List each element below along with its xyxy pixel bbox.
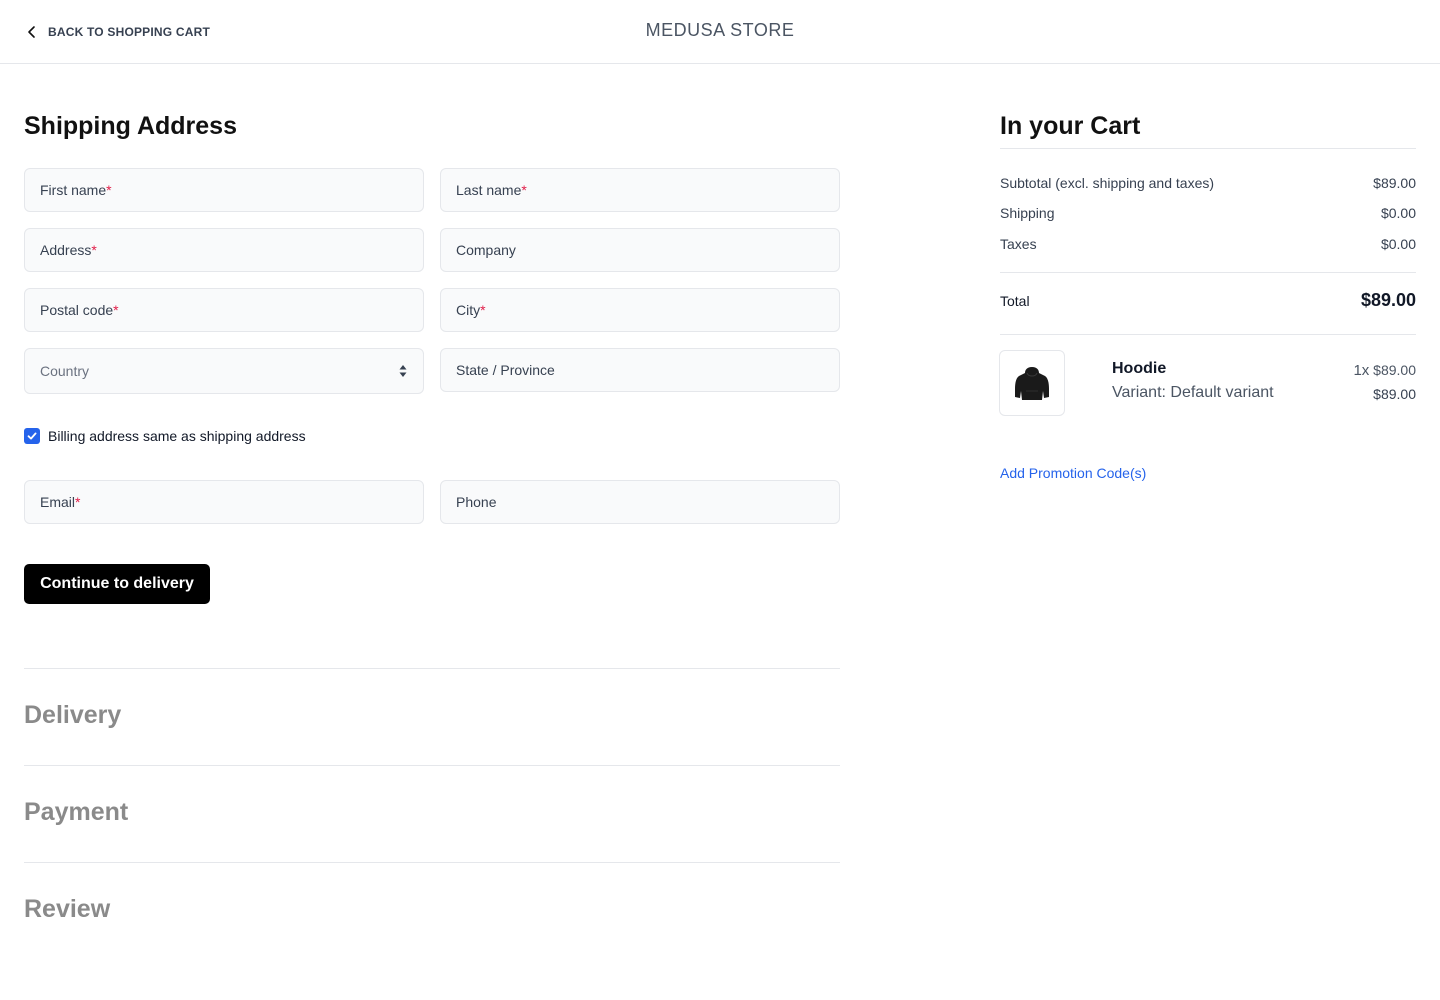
shipping-value: $0.00: [1380, 205, 1416, 221]
product-thumbnail[interactable]: [999, 350, 1065, 416]
step-payment-title: Payment: [24, 798, 129, 826]
subtotal-label: Subtotal (excl. shipping and taxes): [1000, 175, 1215, 191]
top-bar: BACK TO SHOPPING CART MEDUSA STORE: [0, 0, 1440, 64]
state-province-label: State / Province: [456, 362, 555, 378]
total-value: $89.00: [1360, 290, 1416, 310]
phone-label: Phone: [456, 494, 497, 510]
shipping-label: Shipping: [1000, 205, 1055, 221]
city-label: City: [456, 302, 481, 318]
item-unit-price: $89.00: [1373, 362, 1416, 378]
country-select[interactable]: Country: [24, 348, 424, 394]
last-name-field[interactable]: Last name *: [440, 168, 840, 212]
required-mark: *: [75, 494, 81, 510]
subtotal-row: Subtotal (excl. shipping and taxes) $89.…: [1000, 175, 1416, 191]
email-label: Email: [40, 494, 76, 510]
required-mark: *: [521, 182, 527, 198]
billing-same-checkbox-row[interactable]: Billing address same as shipping address: [24, 428, 306, 444]
required-mark: *: [106, 182, 112, 198]
company-label: Company: [456, 242, 516, 258]
divider: [24, 862, 840, 863]
select-arrows-icon: [399, 365, 407, 377]
shipping-row: Shipping $0.00: [1000, 205, 1416, 221]
cart-title: In your Cart: [1000, 112, 1141, 140]
country-select-value: Country: [40, 363, 90, 379]
divider: [24, 668, 840, 669]
hoodie-image: [1015, 367, 1049, 400]
taxes-value: $0.00: [1380, 236, 1416, 252]
checkmark-icon: [27, 432, 37, 440]
step-delivery-title: Delivery: [24, 701, 122, 729]
item-quantity: 1x: [1353, 362, 1370, 379]
continue-to-delivery-button[interactable]: Continue to delivery: [24, 564, 210, 604]
company-field[interactable]: Company: [440, 228, 840, 272]
subtotal-value: $89.00: [1373, 175, 1416, 191]
divider: [1000, 334, 1416, 335]
first-name-field[interactable]: First name *: [24, 168, 424, 212]
state-province-field[interactable]: State / Province: [440, 348, 840, 392]
postal-code-field[interactable]: Postal code *: [24, 288, 424, 332]
step-review-title: Review: [24, 895, 111, 923]
total-label: Total: [1000, 292, 1030, 309]
shipping-address-title: Shipping Address: [24, 112, 237, 140]
total-row: Total $89.00: [1000, 290, 1416, 311]
divider: [1000, 272, 1416, 273]
last-name-label: Last name: [456, 182, 522, 198]
first-name-label: First name: [40, 182, 107, 198]
billing-same-checkbox[interactable]: [24, 428, 40, 444]
postal-code-label: Postal code: [40, 302, 114, 318]
add-promotion-code-link[interactable]: Add Promotion Code(s): [1000, 465, 1146, 481]
address-label: Address: [40, 242, 92, 258]
divider: [1000, 148, 1416, 149]
item-name: Hoodie: [1112, 360, 1167, 377]
item-variant: Variant: Default variant: [1112, 384, 1274, 401]
required-mark: *: [91, 242, 97, 258]
taxes-label: Taxes: [1000, 236, 1037, 252]
item-line-total: $89.00: [1373, 386, 1416, 402]
city-field[interactable]: City *: [440, 288, 840, 332]
required-mark: *: [480, 302, 486, 318]
divider: [24, 765, 840, 766]
required-mark: *: [113, 302, 119, 318]
email-field[interactable]: Email *: [24, 480, 424, 524]
billing-same-label: Billing address same as shipping address: [48, 428, 306, 444]
address-field[interactable]: Address *: [24, 228, 424, 272]
taxes-row: Taxes $0.00: [1000, 236, 1416, 252]
item-quantity-price: 1x $89.00: [1353, 362, 1416, 379]
phone-field[interactable]: Phone: [440, 480, 840, 524]
store-title[interactable]: MEDUSA STORE: [0, 20, 1440, 41]
